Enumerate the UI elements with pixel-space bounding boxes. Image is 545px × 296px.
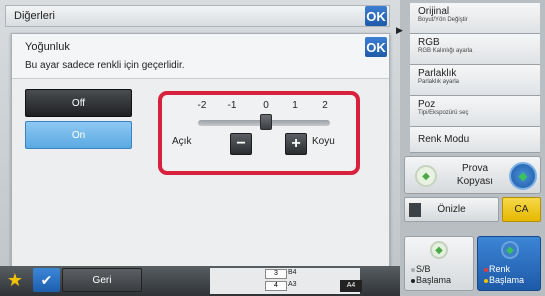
- tick-label: 1: [292, 100, 298, 111]
- tray-number: 3: [265, 269, 287, 279]
- on-button[interactable]: On: [25, 121, 132, 149]
- item-subtitle: Boyut/Yön Değiştir: [418, 17, 468, 23]
- color-mode-item[interactable]: Renk Modu: [410, 127, 540, 153]
- density-slider-panel: -2 -1 0 1 2 Açık − + Koyu: [158, 91, 360, 175]
- bw-start-label: S/B Başlama: [411, 264, 451, 286]
- proof-copy-line2: Kopyası: [456, 176, 494, 187]
- preview-icon: [409, 203, 421, 217]
- color-start-line2: Başlama: [489, 275, 525, 285]
- dialog-subtitle: Bu ayar sadece renkli için geçerlidir.: [25, 60, 185, 71]
- item-title: Renk Modu: [418, 134, 470, 145]
- item-subtitle: Tipi/Ekspozürü seç: [418, 110, 469, 116]
- brightness-item[interactable]: Parlaklık Parlaklık ayarla: [410, 65, 540, 96]
- tray-size: A3: [288, 281, 297, 288]
- proof-copy-label: Prova Kopyası: [445, 162, 505, 188]
- star-icon[interactable]: ★: [4, 268, 26, 292]
- item-subtitle: Parlaklık ayarla: [418, 79, 460, 85]
- tick-label: 2: [322, 100, 328, 111]
- diamond-start-icon: ◆: [415, 165, 437, 187]
- tick-label: -1: [227, 100, 237, 111]
- bw-start-line1: S/B: [416, 264, 431, 274]
- back-button[interactable]: Geri: [62, 268, 142, 292]
- proof-copy-button[interactable]: ◆ Prova Kopyası ◆: [404, 156, 541, 194]
- increase-button[interactable]: +: [285, 133, 307, 155]
- dialog-ok-button[interactable]: OK: [365, 37, 387, 57]
- off-button[interactable]: Off: [25, 89, 132, 117]
- diamond-start-icon: ◆: [509, 162, 537, 190]
- tick-label: 0: [263, 100, 269, 111]
- dark-label: Koyu: [312, 136, 335, 147]
- clear-all-button[interactable]: CA: [502, 197, 541, 222]
- decrease-button[interactable]: −: [230, 133, 252, 155]
- top-bar-title: Diğerleri: [14, 10, 55, 22]
- bw-start-button[interactable]: ◆ S/B Başlama: [404, 236, 474, 291]
- top-ok-button[interactable]: OK: [365, 6, 387, 26]
- item-subtitle: RGB Kalınlığı ayarla: [418, 48, 473, 54]
- tray-number: 4: [265, 281, 287, 291]
- diamond-start-icon: ◆: [430, 241, 448, 259]
- preview-label: Önizle: [437, 204, 466, 215]
- dialog-body: Off On -2 -1 0 1 2 Açık − + Koyu: [12, 78, 389, 272]
- light-label: Açık: [172, 136, 192, 147]
- play-icon[interactable]: ▶: [396, 25, 408, 37]
- tray-size: B4: [288, 269, 297, 276]
- top-bar: Diğerleri: [5, 5, 390, 27]
- dialog-title: Yoğunluk: [25, 41, 70, 53]
- rgb-item[interactable]: RGB RGB Kalınlığı ayarla: [410, 34, 540, 65]
- item-title: Parlaklık: [418, 68, 457, 79]
- bw-start-line2: Başlama: [416, 275, 452, 285]
- exposure-item[interactable]: Poz Tipi/Ekspozürü seç: [410, 96, 540, 127]
- color-start-button[interactable]: ◆ Renk Başlama: [477, 236, 541, 291]
- checkmark-icon[interactable]: ✔: [33, 268, 60, 292]
- density-dialog: Yoğunluk Bu ayar sadece renkli için geçe…: [11, 33, 390, 272]
- item-title: RGB: [418, 37, 440, 48]
- preview-button[interactable]: Önizle: [404, 197, 499, 222]
- tick-label: -2: [197, 100, 207, 111]
- item-title: Poz: [418, 99, 436, 110]
- color-start-label: Renk Başlama: [484, 264, 524, 286]
- original-item[interactable]: Orijinal Boyut/Yön Değiştir: [410, 3, 540, 34]
- diamond-start-icon: ◆: [501, 241, 519, 259]
- proof-copy-line1: Prova: [461, 163, 489, 174]
- slider-knob[interactable]: [260, 114, 272, 130]
- color-start-line1: Renk: [489, 264, 511, 274]
- item-title: Orijinal: [418, 6, 450, 17]
- selected-paper-size: A4: [340, 280, 362, 292]
